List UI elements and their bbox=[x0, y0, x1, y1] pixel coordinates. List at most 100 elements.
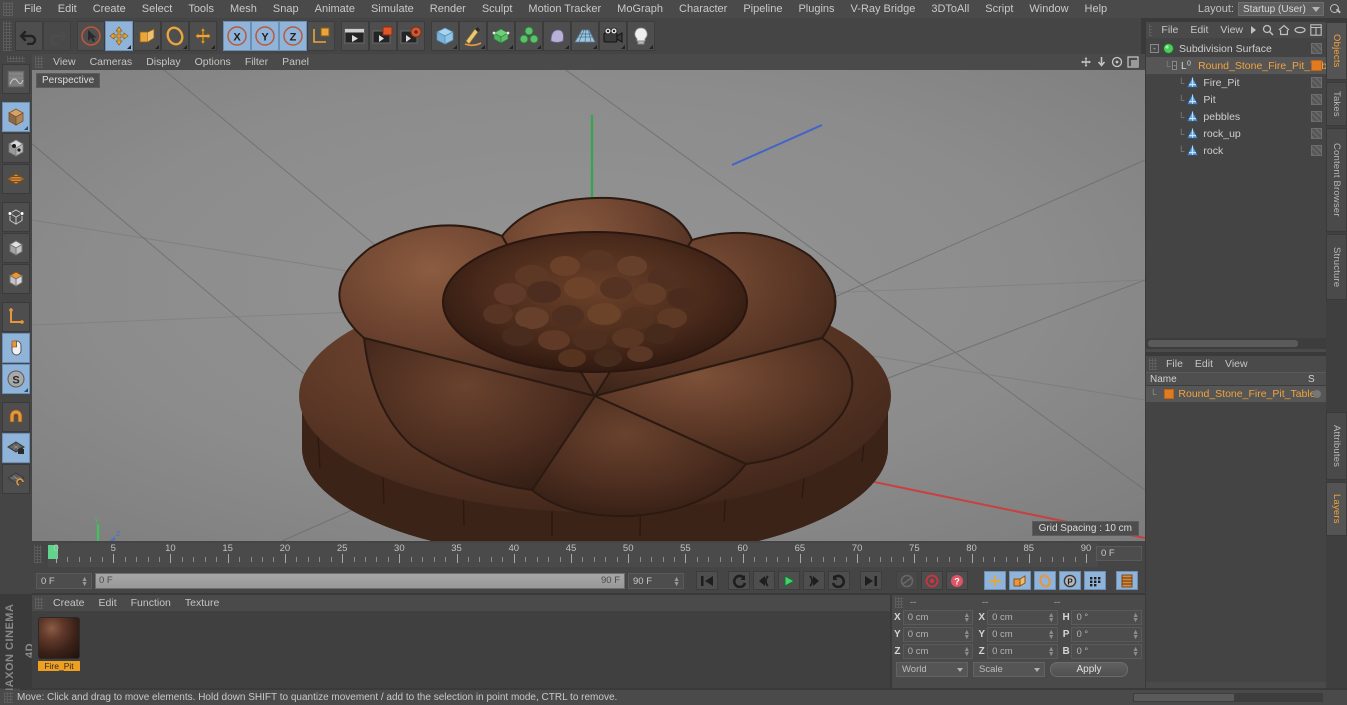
keyframe-help-button[interactable]: ? bbox=[946, 571, 968, 590]
object-menu-edit[interactable]: Edit bbox=[1184, 22, 1214, 38]
object-row[interactable]: └ pebbles bbox=[1146, 108, 1326, 125]
play-button[interactable] bbox=[778, 571, 800, 590]
object-tag[interactable] bbox=[1311, 145, 1322, 156]
polygon-face-mode-button[interactable] bbox=[2, 264, 30, 294]
menu-window[interactable]: Window bbox=[1021, 0, 1076, 18]
viewport-menu-options[interactable]: Options bbox=[188, 54, 238, 70]
menu-render[interactable]: Render bbox=[422, 0, 474, 18]
menu-snap[interactable]: Snap bbox=[265, 0, 307, 18]
world-axis-button[interactable] bbox=[189, 21, 217, 51]
position-y-field[interactable]: 0 cm ▲ ▼ bbox=[902, 626, 974, 642]
zoom-icon[interactable] bbox=[1096, 56, 1107, 68]
end-frame-field[interactable]: 90 F ▲ ▼ bbox=[628, 572, 684, 589]
position-z-field[interactable]: 0 cm ▲ ▼ bbox=[902, 643, 974, 659]
object-row[interactable]: └ Pit bbox=[1146, 91, 1326, 108]
camera-button[interactable] bbox=[599, 21, 627, 51]
stepper-icon[interactable]: ▲ ▼ bbox=[1132, 612, 1139, 624]
material-menu-create[interactable]: Create bbox=[46, 595, 92, 611]
layer-menu-edit[interactable]: Edit bbox=[1189, 356, 1219, 372]
rotation-b-field[interactable]: 0 ° ▲ ▼ bbox=[1071, 643, 1143, 659]
apply-button[interactable]: Apply bbox=[1050, 662, 1128, 677]
timeline-ruler[interactable]: 0 5 10 15 20 25 30 35 40 45 50 55 60 65 70 75 80 85 90 bbox=[48, 543, 1098, 567]
timeline-current-frame-field[interactable]: 0 F bbox=[1096, 546, 1142, 561]
object-tree[interactable]: - Subdivision Surface └ - L 0 Round_Stone_Fire… bbox=[1146, 38, 1335, 338]
spline-pen-button[interactable] bbox=[459, 21, 487, 51]
pan-icon[interactable] bbox=[1080, 56, 1092, 68]
selection-tool-button[interactable] bbox=[77, 21, 105, 51]
timeline-toggle-button[interactable] bbox=[1116, 571, 1138, 590]
axis-y-button[interactable]: Y bbox=[251, 21, 279, 51]
size-z-field[interactable]: 0 cm ▲ ▼ bbox=[987, 643, 1058, 659]
redo-button[interactable] bbox=[43, 21, 71, 51]
stepper-icon[interactable]: ▲ ▼ bbox=[963, 612, 970, 624]
workplane-button[interactable] bbox=[2, 464, 30, 494]
menu-3dtoall[interactable]: 3DToAll bbox=[923, 0, 977, 18]
loop-button[interactable] bbox=[828, 571, 850, 590]
object-row[interactable]: └ rock_up bbox=[1146, 125, 1326, 142]
menu-animate[interactable]: Animate bbox=[307, 0, 363, 18]
axis-z-button[interactable]: Z bbox=[279, 21, 307, 51]
position-key-button[interactable] bbox=[984, 571, 1006, 590]
chevron-right-icon[interactable] bbox=[1249, 25, 1258, 35]
magnet-tool-button[interactable] bbox=[2, 402, 30, 432]
stepper-icon[interactable]: ▲ ▼ bbox=[673, 576, 680, 588]
material-item[interactable]: Fire_Pit bbox=[38, 617, 80, 671]
tab-layers[interactable]: Layers bbox=[1326, 482, 1347, 536]
edge-mode-button[interactable] bbox=[2, 233, 30, 263]
point-mode-button[interactable] bbox=[2, 202, 30, 232]
scale-tool-button[interactable] bbox=[133, 21, 161, 51]
expand-panel-icon[interactable] bbox=[1310, 24, 1322, 36]
tab-content-browser[interactable]: Content Browser bbox=[1326, 128, 1347, 232]
menu-sculpt[interactable]: Sculpt bbox=[474, 0, 521, 18]
stepper-icon[interactable]: ▲ ▼ bbox=[1048, 629, 1055, 641]
rotate-tool-button[interactable] bbox=[161, 21, 189, 51]
rotation-p-field[interactable]: 0 ° ▲ ▼ bbox=[1071, 626, 1143, 642]
stepper-icon[interactable]: ▲ ▼ bbox=[81, 576, 88, 588]
object-row[interactable]: - Subdivision Surface bbox=[1146, 40, 1326, 57]
menu-create[interactable]: Create bbox=[85, 0, 134, 18]
object-tag[interactable] bbox=[1311, 111, 1322, 122]
timeline-grip[interactable] bbox=[34, 545, 42, 563]
layer-solo-dot[interactable] bbox=[1313, 390, 1321, 398]
tab-structure[interactable]: Structure bbox=[1326, 234, 1347, 300]
material-menu-texture[interactable]: Texture bbox=[178, 595, 226, 611]
stepper-icon[interactable]: ▲ ▼ bbox=[1048, 646, 1055, 658]
object-menu-file[interactable]: File bbox=[1155, 22, 1184, 38]
move-tool-button[interactable] bbox=[105, 21, 133, 51]
viewport-menu-view[interactable]: View bbox=[46, 54, 83, 70]
material-list[interactable]: Fire_Pit bbox=[32, 611, 890, 688]
menu-script[interactable]: Script bbox=[977, 0, 1021, 18]
tab-objects[interactable]: Objects bbox=[1326, 22, 1347, 80]
step-forward-button[interactable] bbox=[803, 571, 825, 590]
lock-workplane-button[interactable] bbox=[2, 433, 30, 463]
layer-manager-grip[interactable] bbox=[1149, 358, 1157, 370]
coordinate-space-select[interactable]: World bbox=[896, 662, 968, 677]
go-to-end-button[interactable] bbox=[860, 571, 882, 590]
viewport-grip[interactable] bbox=[35, 56, 43, 68]
menu-pipeline[interactable]: Pipeline bbox=[735, 0, 790, 18]
menu-motion-tracker[interactable]: Motion Tracker bbox=[520, 0, 609, 18]
floor-button[interactable] bbox=[571, 21, 599, 51]
layer-menu-view[interactable]: View bbox=[1219, 356, 1254, 372]
viewport-menu-display[interactable]: Display bbox=[139, 54, 187, 70]
stepper-icon[interactable]: ▲ ▼ bbox=[963, 646, 970, 658]
menu-edit[interactable]: Edit bbox=[50, 0, 85, 18]
material-grip[interactable] bbox=[35, 597, 43, 609]
scale-key-button[interactable] bbox=[1009, 571, 1031, 590]
maximize-icon[interactable] bbox=[1127, 56, 1139, 68]
step-back-button[interactable] bbox=[753, 571, 775, 590]
viewport-canvas[interactable]: Perspective Grid Spacing : 10 cm Y X Z bbox=[32, 70, 1145, 541]
menu-mesh[interactable]: Mesh bbox=[222, 0, 265, 18]
object-row[interactable]: └ Fire_Pit bbox=[1146, 74, 1326, 91]
model-mode-button[interactable] bbox=[2, 133, 30, 163]
menu-help[interactable]: Help bbox=[1077, 0, 1116, 18]
ellipse-icon[interactable] bbox=[1294, 25, 1306, 35]
point-level-animation-button[interactable] bbox=[1084, 571, 1106, 590]
object-row[interactable]: └ - L 0 Round_Stone_Fire_Pit_Table bbox=[1146, 57, 1335, 74]
position-x-field[interactable]: 0 cm ▲ ▼ bbox=[902, 609, 974, 625]
object-tag[interactable] bbox=[1311, 60, 1322, 71]
light-button[interactable] bbox=[627, 21, 655, 51]
rotation-h-field[interactable]: 0 ° ▲ ▼ bbox=[1071, 609, 1143, 625]
axis-x-button[interactable]: X bbox=[223, 21, 251, 51]
menu-character[interactable]: Character bbox=[671, 0, 735, 18]
